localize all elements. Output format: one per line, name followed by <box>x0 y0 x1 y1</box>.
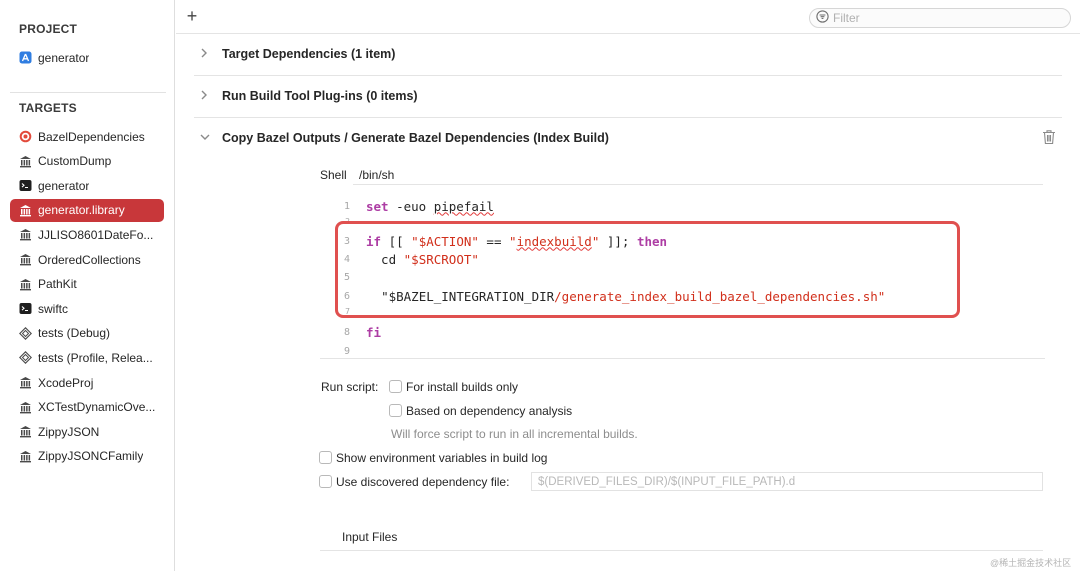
chevron-down-icon[interactable] <box>200 132 212 144</box>
line-number: 1 <box>343 200 350 212</box>
section-divider <box>320 550 1043 551</box>
sidebar-item-label: PathKit <box>38 277 77 292</box>
phase-title: Copy Bazel Outputs / Generate Bazel Depe… <box>222 131 609 145</box>
sidebar-item-label: generator.library <box>38 203 125 218</box>
sidebar-item-label: JJLISO8601DateFo... <box>38 227 154 242</box>
terminal-icon <box>19 302 32 315</box>
sidebar-item-project[interactable]: generator <box>10 46 164 69</box>
line-number: 9 <box>343 345 350 357</box>
sidebar-item-target[interactable]: tests (Debug) <box>10 322 164 345</box>
phase-run-build-tool-plugins[interactable]: Run Build Tool Plug-ins (0 items) <box>194 76 1062 116</box>
dependency-file-input[interactable] <box>538 475 1042 488</box>
test-bundle-icon <box>19 351 32 365</box>
show-env-checkbox[interactable] <box>319 451 332 464</box>
code-keyword: fi <box>366 324 382 340</box>
sidebar-item-target[interactable]: BazelDependencies <box>10 125 164 148</box>
sidebar-item-label: swiftc <box>38 301 68 316</box>
library-icon <box>19 425 32 438</box>
code-line: 9 <box>320 342 1045 360</box>
sidebar-item-target[interactable]: generator.library <box>10 198 164 222</box>
library-icon <box>19 155 32 168</box>
sidebar-item-target[interactable]: OrderedCollections <box>10 248 164 271</box>
install-builds-label: For install builds only <box>406 380 519 394</box>
chevron-right-icon[interactable] <box>200 90 212 103</box>
sidebar-item-target[interactable]: XCTestDynamicOve... <box>10 396 164 419</box>
sidebar-item-label: tests (Profile, Relea... <box>38 350 153 365</box>
code-text: fi <box>366 325 381 340</box>
shell-field[interactable]: /bin/sh <box>353 165 1043 185</box>
sidebar-item-target[interactable]: ZippyJSONCFamily <box>10 445 164 468</box>
code-line: 1 set -euo pipefail <box>320 197 1045 215</box>
library-icon <box>19 204 32 217</box>
library-icon <box>19 450 32 463</box>
sidebar-item-target[interactable]: tests (Profile, Relea... <box>10 346 164 369</box>
filter-field[interactable] <box>809 8 1071 28</box>
app-project-icon <box>19 51 32 64</box>
sidebar-item-target[interactable]: CustomDump <box>10 150 164 173</box>
terminal-icon <box>19 179 32 192</box>
filter-input[interactable] <box>833 11 1033 25</box>
sidebar-item-label: CustomDump <box>38 154 112 169</box>
code-text: set -euo pipefail <box>366 199 494 214</box>
code-keyword: set <box>366 198 389 214</box>
code-token: -euo <box>388 198 434 214</box>
library-icon <box>19 253 32 266</box>
sidebar-item-label: OrderedCollections <box>38 252 141 267</box>
trash-icon[interactable] <box>1042 129 1056 145</box>
sidebar-item-target[interactable]: generator <box>10 174 164 197</box>
phase-title: Run Build Tool Plug-ins (0 items) <box>222 89 418 103</box>
phase-target-dependencies[interactable]: Target Dependencies (1 item) <box>194 34 1062 74</box>
sidebar-item-label: XCTestDynamicOve... <box>38 400 156 415</box>
sidebar-item-target[interactable]: XcodeProj <box>10 371 164 394</box>
dependency-hint: Will force script to run in all incremen… <box>391 427 638 441</box>
sidebar-item-label: ZippyJSON <box>38 424 100 439</box>
filter-icon <box>816 10 829 26</box>
target-icon <box>19 130 32 143</box>
input-files-header[interactable]: Input Files <box>342 530 397 544</box>
dependency-analysis-label: Based on dependency analysis <box>406 404 573 418</box>
sidebar-divider <box>10 92 166 93</box>
library-icon <box>19 376 32 389</box>
dependency-analysis-checkbox[interactable] <box>389 404 402 417</box>
project-section-header: PROJECT <box>19 22 78 36</box>
add-target-button[interactable]: + <box>184 6 200 26</box>
phase-copy-bazel-outputs[interactable]: Copy Bazel Outputs / Generate Bazel Depe… <box>194 118 1062 158</box>
sidebar-item-target[interactable]: ZippyJSON <box>10 420 164 443</box>
annotation-highlight-box <box>335 221 960 318</box>
discovered-dep-label: Use discovered dependency file: <box>336 475 510 489</box>
sidebar-item-label: generator <box>38 50 90 65</box>
install-builds-checkbox[interactable] <box>389 380 402 393</box>
sidebar-item-target[interactable]: JJLISO8601DateFo... <box>10 223 164 246</box>
shell-label: Shell <box>320 168 347 182</box>
sidebar-item-target[interactable]: swiftc <box>10 297 164 320</box>
run-script-label: Run script: <box>321 380 379 394</box>
line-number: 8 <box>343 326 350 338</box>
phase-title: Target Dependencies (1 item) <box>222 47 396 61</box>
sidebar-item-label: ZippyJSONCFamily <box>38 449 144 464</box>
sidebar-item-label: tests (Debug) <box>38 326 111 341</box>
library-icon <box>19 228 32 241</box>
sidebar-item-label: BazelDependencies <box>38 129 145 144</box>
sidebar-item-label: generator <box>38 178 90 193</box>
library-icon <box>19 278 32 291</box>
sidebar-item-label: XcodeProj <box>38 375 94 390</box>
show-env-label: Show environment variables in build log <box>336 451 548 465</box>
dependency-file-field[interactable] <box>531 472 1043 491</box>
targets-section-header: TARGETS <box>19 101 77 115</box>
editor-toolbar: + <box>176 0 1080 34</box>
sidebar: PROJECT generator TARGETS BazelDependenc… <box>0 0 175 571</box>
code-line: 8 fi <box>320 323 1045 341</box>
discovered-dep-checkbox[interactable] <box>319 475 332 488</box>
library-icon <box>19 401 32 414</box>
watermark: @稀土掘金技术社区 <box>990 558 1072 568</box>
code-token: pipefail <box>433 198 494 214</box>
test-bundle-icon <box>19 326 32 340</box>
chevron-right-icon[interactable] <box>200 48 212 61</box>
sidebar-item-target[interactable]: PathKit <box>10 273 164 296</box>
